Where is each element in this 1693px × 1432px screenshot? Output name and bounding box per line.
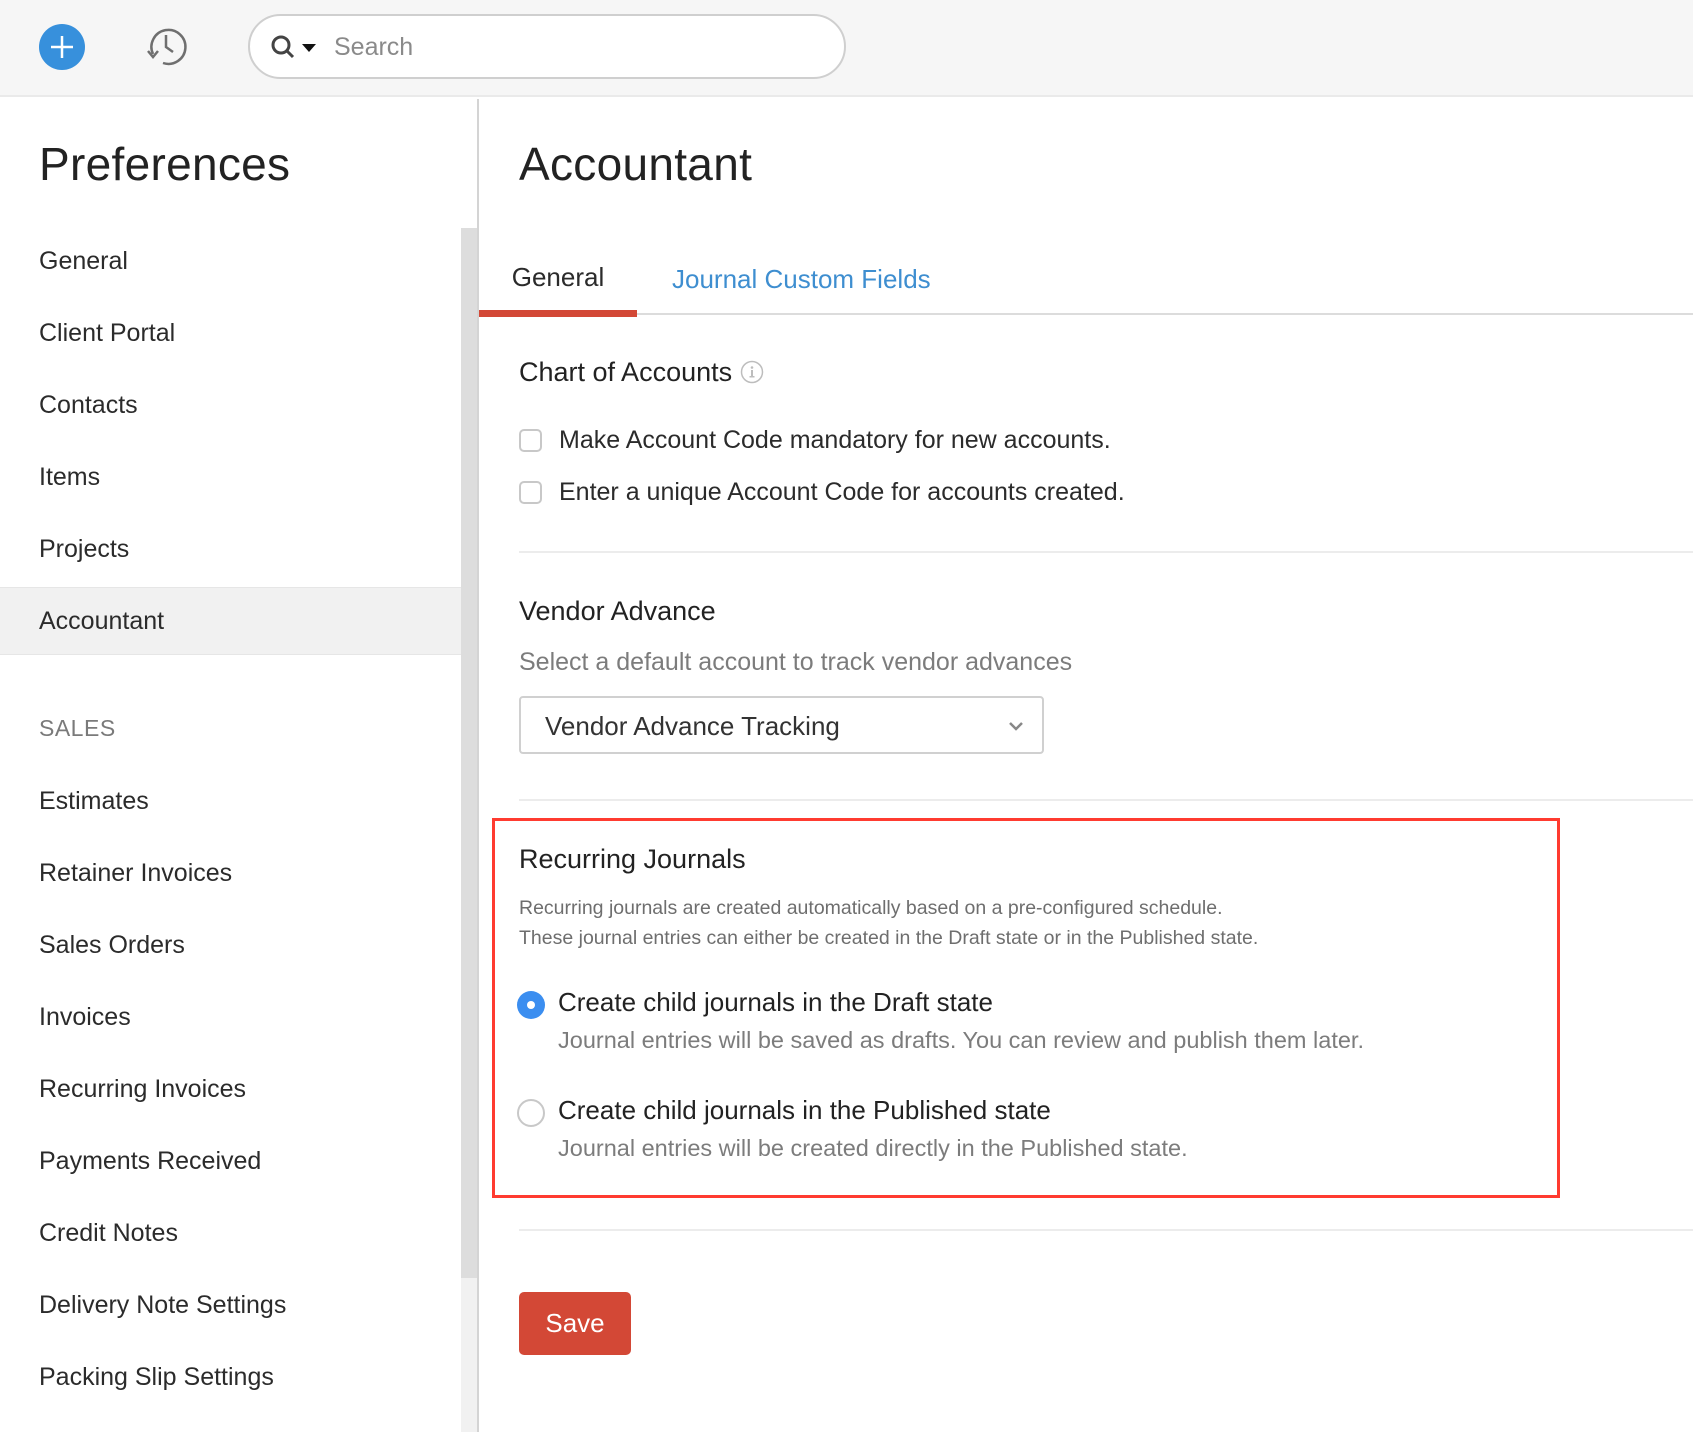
- sidebar-item-payments-received[interactable]: Payments Received: [0, 1127, 461, 1195]
- section-divider: [519, 799, 1693, 801]
- recurring-journals-description-line2: These journal entries can either be crea…: [519, 927, 1259, 949]
- tab-bar: General Journal Custom Fields: [479, 249, 1693, 317]
- vendor-advance-account-select[interactable]: Vendor Advance Tracking: [519, 696, 1044, 754]
- sidebar-item-invoices[interactable]: Invoices: [0, 983, 461, 1051]
- tab-journal-custom-fields[interactable]: Journal Custom Fields: [672, 249, 931, 315]
- vendor-advance-selected-value: Vendor Advance Tracking: [545, 711, 840, 741]
- sidebar-item-items[interactable]: Items: [0, 443, 461, 511]
- vendor-advance-subtitle: Select a default account to track vendor…: [519, 648, 1073, 676]
- sidebar-title: Preferences: [39, 138, 291, 190]
- search-filter-dropdown-caret-icon[interactable]: [302, 44, 316, 52]
- account-code-mandatory-label: Make Account Code mandatory for new acco…: [559, 425, 1111, 454]
- account-code-mandatory-option[interactable]: Make Account Code mandatory for new acco…: [519, 425, 1111, 455]
- unique-account-code-checkbox[interactable]: [519, 480, 542, 504]
- search-icon[interactable]: [270, 34, 296, 60]
- info-icon[interactable]: [740, 360, 764, 384]
- plus-icon: [51, 36, 73, 58]
- draft-state-label: Create child journals in the Draft state: [558, 987, 993, 1017]
- sidebar-item-general[interactable]: General: [0, 227, 461, 295]
- preferences-sidebar: Preferences General Client Portal Contac…: [0, 99, 477, 1432]
- sidebar-scrollbar-thumb[interactable]: [461, 228, 477, 1278]
- chart-of-accounts-section-title: Chart of Accounts: [519, 357, 764, 388]
- search-input[interactable]: [334, 26, 824, 68]
- unique-account-code-label: Enter a unique Account Code for accounts…: [559, 477, 1125, 506]
- sidebar-item-delivery-note-settings[interactable]: Delivery Note Settings: [0, 1271, 461, 1339]
- published-state-radio[interactable]: [517, 1099, 545, 1127]
- sidebar-item-estimates[interactable]: Estimates: [0, 767, 461, 835]
- main-content: Accountant General Journal Custom Fields…: [479, 99, 1693, 1432]
- top-header: [0, 0, 1693, 97]
- recurring-journals-title: Recurring Journals: [519, 844, 746, 874]
- draft-state-radio[interactable]: [517, 991, 545, 1019]
- save-button[interactable]: Save: [519, 1292, 631, 1355]
- sidebar-item-recurring-invoices[interactable]: Recurring Invoices: [0, 1055, 461, 1123]
- sidebar-item-client-portal[interactable]: Client Portal: [0, 299, 461, 367]
- sidebar-item-accountant[interactable]: Accountant: [0, 587, 461, 655]
- section-divider: [519, 1229, 1693, 1231]
- sidebar-item-projects[interactable]: Projects: [0, 515, 461, 583]
- published-state-help: Journal entries will be created directly…: [558, 1135, 1188, 1161]
- draft-state-help: Journal entries will be saved as drafts.…: [558, 1027, 1364, 1053]
- sidebar-heading-sales: SALES: [39, 715, 116, 741]
- recent-history-button[interactable]: [143, 24, 189, 70]
- tab-general[interactable]: General: [479, 249, 637, 317]
- chevron-down-icon: [1009, 722, 1023, 731]
- history-clock-icon: [147, 28, 187, 66]
- quick-create-button[interactable]: [39, 24, 85, 70]
- published-state-label: Create child journals in the Published s…: [558, 1095, 1051, 1125]
- recurring-journals-description-line1: Recurring journals are created automatic…: [519, 897, 1223, 919]
- sidebar-item-sales-orders[interactable]: Sales Orders: [0, 911, 461, 979]
- section-divider: [519, 551, 1693, 553]
- sidebar-scrollbar[interactable]: [461, 228, 477, 1432]
- vendor-advance-title: Vendor Advance: [519, 596, 716, 626]
- search-box[interactable]: [248, 14, 846, 79]
- sidebar-item-packing-slip-settings[interactable]: Packing Slip Settings: [0, 1343, 461, 1411]
- unique-account-code-option[interactable]: Enter a unique Account Code for accounts…: [519, 477, 1125, 507]
- sidebar-item-contacts[interactable]: Contacts: [0, 371, 461, 439]
- sidebar-item-retainer-invoices[interactable]: Retainer Invoices: [0, 839, 461, 907]
- chart-of-accounts-title: Chart of Accounts: [519, 357, 733, 387]
- page-title: Accountant: [519, 138, 753, 190]
- account-code-mandatory-checkbox[interactable]: [519, 428, 542, 452]
- sidebar-item-credit-notes[interactable]: Credit Notes: [0, 1199, 461, 1267]
